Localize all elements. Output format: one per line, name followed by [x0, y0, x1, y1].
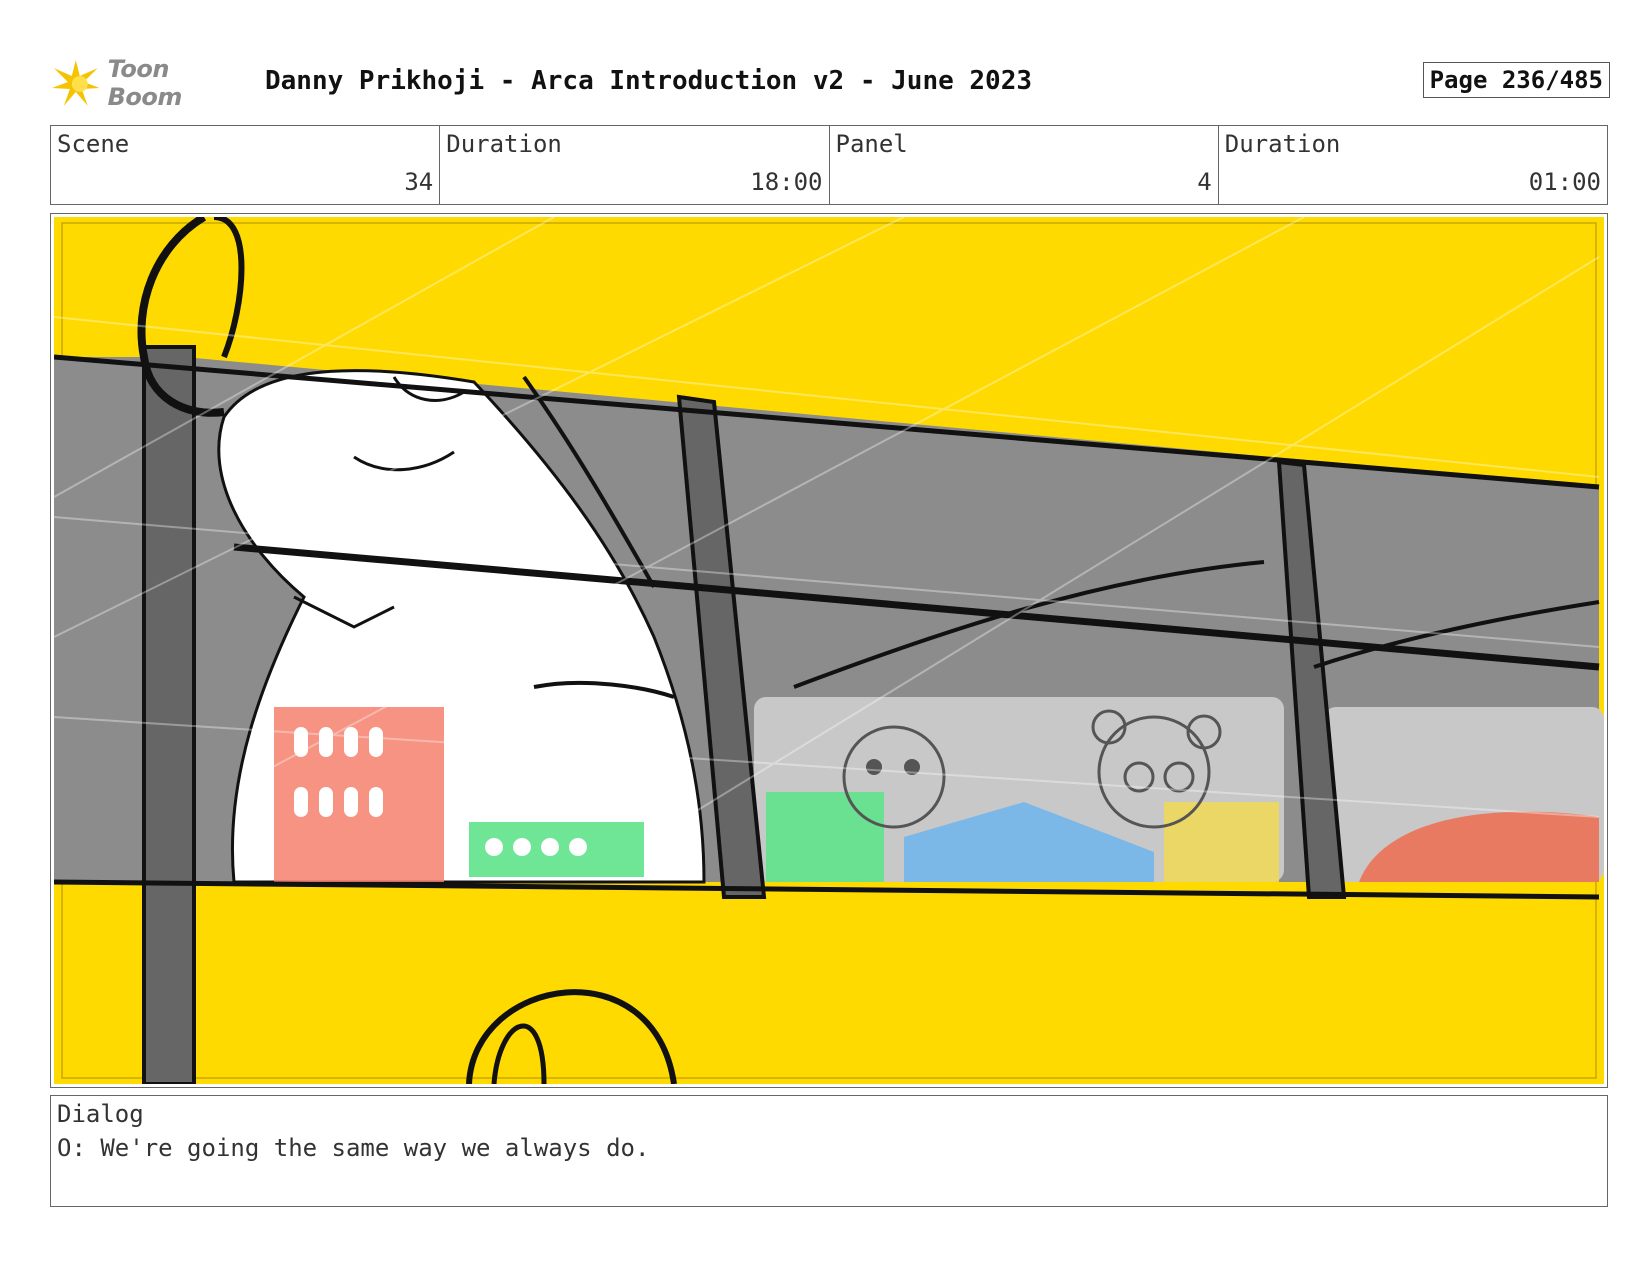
scene-duration-value: 18:00	[750, 168, 823, 196]
scene-duration-label: Duration	[446, 130, 562, 158]
logo-text: Toon Boom	[107, 55, 183, 111]
panel-duration-label: Duration	[1224, 130, 1341, 158]
panel-duration-value: 01:00	[1528, 168, 1601, 196]
scene-duration-cell: Duration 18:00	[440, 126, 830, 204]
page-header: Toon Boom Danny Prikhoji - Arca Introduc…	[50, 55, 1610, 111]
document-title: Danny Prikhoji - Arca Introduction v2 - …	[265, 66, 1033, 96]
dialog-label: Dialog	[57, 1100, 144, 1128]
panel-duration-cell: Duration 01:00	[1219, 126, 1607, 204]
storyboard-panel	[50, 213, 1608, 1088]
starburst-icon	[51, 60, 100, 106]
storyboard-sketch	[54, 217, 1604, 1084]
panel-info-row: Scene 34 Duration 18:00 Panel 4 Duration…	[50, 125, 1608, 205]
panel-value: 4	[1197, 168, 1212, 196]
scene-label: Scene	[57, 130, 130, 158]
scene-value: 34	[404, 168, 434, 196]
toon-boom-logo: Toon Boom	[50, 55, 250, 111]
building-yellow	[1164, 802, 1279, 882]
scene-cell: Scene 34	[51, 126, 441, 204]
dialog-text: O: We're going the same way we always do…	[57, 1134, 650, 1162]
bus-pillar	[142, 345, 196, 1084]
panel-cell: Panel 4	[830, 126, 1219, 204]
page-number: Page 236/485	[1422, 62, 1610, 98]
panel-label: Panel	[835, 130, 908, 158]
dialog-box: Dialog O: We're going the same way we al…	[50, 1095, 1608, 1207]
